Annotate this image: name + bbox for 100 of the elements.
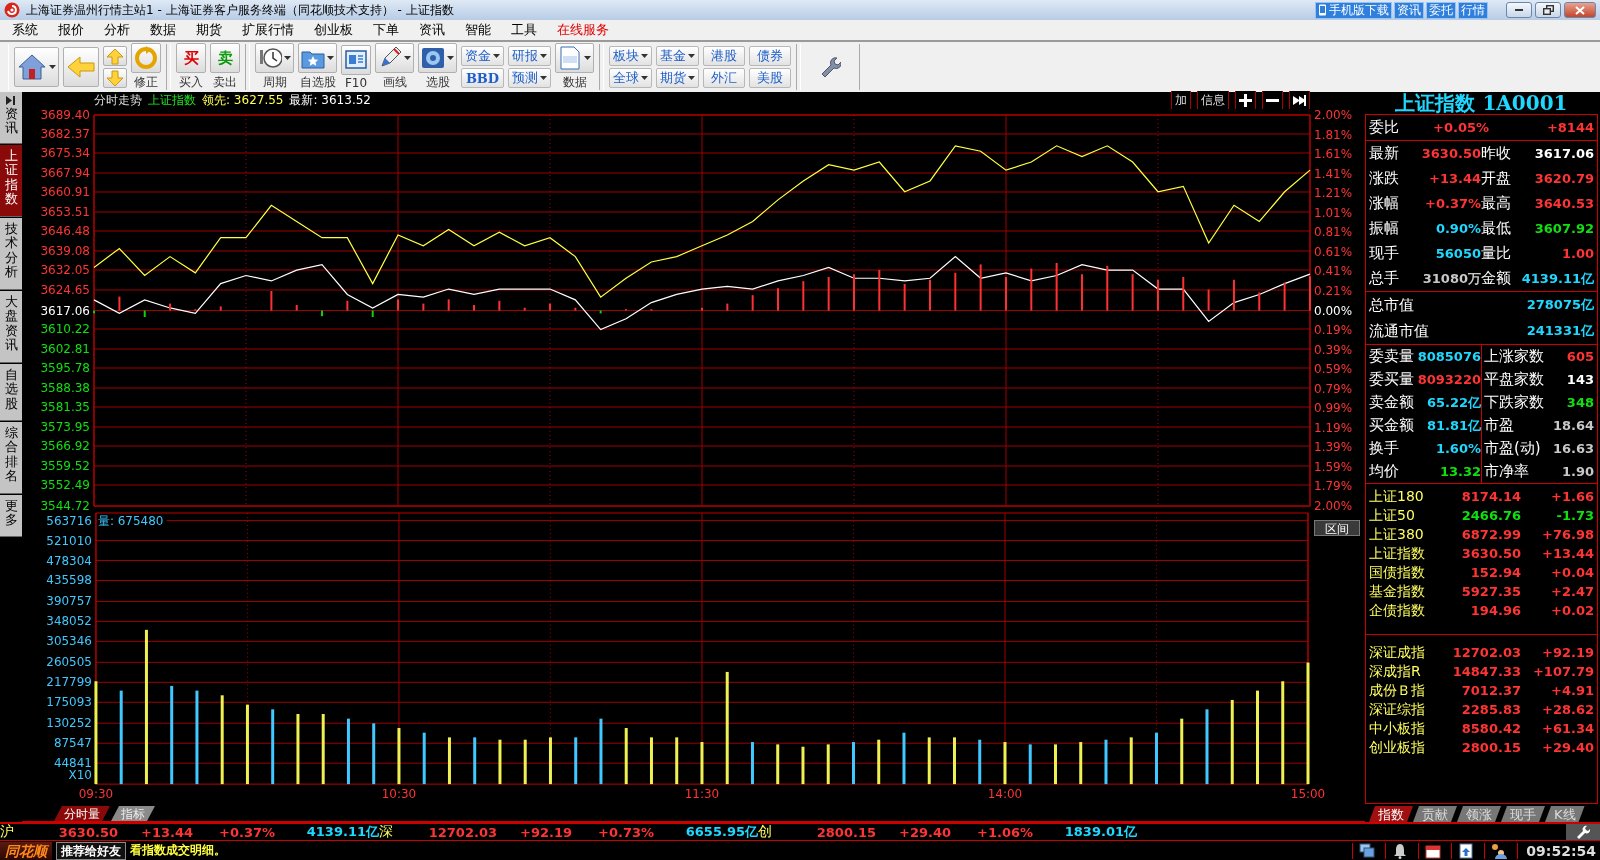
volume-bar <box>649 737 653 785</box>
quick-button[interactable]: 板块 <box>609 46 652 66</box>
percent-axis-label: 1.79% <box>1314 479 1353 494</box>
settings-button[interactable] <box>1566 824 1600 840</box>
skip-end-icon <box>1293 93 1306 107</box>
jump-end-button[interactable] <box>1289 91 1310 109</box>
side-tab[interactable]: 自选股 <box>0 364 22 421</box>
price-axis-label: 3653.51 <box>40 205 90 219</box>
menu-item[interactable]: 创业板 <box>304 21 363 39</box>
down-button[interactable] <box>103 68 127 88</box>
bell-icon[interactable] <box>1392 842 1409 859</box>
zoom-out-button[interactable] <box>1262 91 1283 109</box>
price-axis-label: 3660.91 <box>40 185 90 199</box>
menu-item[interactable]: 工具 <box>501 21 547 39</box>
panel-tab[interactable]: 指数 <box>1369 806 1413 822</box>
zoom-in-button[interactable] <box>1235 91 1256 109</box>
quote-value: 13.32 <box>1438 464 1481 479</box>
volume-bar <box>397 728 401 785</box>
quote-label: 市盈 <box>1481 414 1545 437</box>
volume-bar <box>978 739 982 785</box>
price-axis-label: 3588.38 <box>40 381 90 395</box>
minimize-button[interactable] <box>1506 2 1532 18</box>
menu-item[interactable]: 系统 <box>2 21 48 39</box>
person-icon[interactable] <box>1491 842 1508 859</box>
quick-button[interactable]: 外汇 <box>703 68 745 88</box>
menu-item[interactable]: 扩展行情 <box>232 21 304 39</box>
volume-axis-label: 305346 <box>46 634 92 649</box>
quote-label: 买金额 <box>1369 416 1415 435</box>
quote-value: 7012.37 <box>1460 683 1521 698</box>
up-button[interactable] <box>103 46 127 66</box>
title-link[interactable]: 手机版下载 <box>1315 1 1392 19</box>
index-name: 上证指数 <box>1369 544 1426 563</box>
side-tab[interactable]: 上证指数 <box>0 145 22 217</box>
quick-button[interactable]: 美股 <box>749 68 791 88</box>
calendar-icon[interactable] <box>1425 842 1442 859</box>
share-button[interactable]: 推荐给好友 <box>56 841 126 860</box>
quote-value: +61.34 <box>1541 721 1594 736</box>
range-button[interactable]: 区间 <box>1314 520 1360 536</box>
percent-axis-label: 1.81% <box>1314 127 1353 142</box>
menu-item[interactable]: 报价 <box>48 21 94 39</box>
quote-value: +0.37% <box>1424 196 1481 211</box>
chart-header-button[interactable]: 信息 <box>1197 91 1229 109</box>
index-name: 深成指R <box>1369 662 1422 681</box>
side-tab[interactable]: 更多 <box>0 495 22 537</box>
quote-value: 3640.53 <box>1533 196 1594 211</box>
quick-button[interactable]: 期货 <box>656 68 699 88</box>
quote-label: 金额 <box>1481 269 1512 288</box>
quick-button[interactable]: 预测 <box>508 68 551 88</box>
lead-value: 领先: 3627.55 <box>202 91 284 109</box>
volume-bar <box>624 728 628 785</box>
volume-axis-label: 217799 <box>46 675 92 690</box>
volume-bar <box>852 742 855 785</box>
quick-button[interactable]: 资金 <box>461 46 504 66</box>
title-link[interactable]: 行情 <box>1458 1 1488 19</box>
menu-item[interactable]: 期货 <box>186 21 232 39</box>
volume-axis-label: 175093 <box>46 695 92 710</box>
title-link[interactable]: 资讯 <box>1394 1 1424 19</box>
volume-bar <box>1155 732 1158 785</box>
menu-item[interactable]: 数据 <box>140 21 186 39</box>
chart-header-button[interactable]: 加 <box>1171 91 1191 109</box>
side-tab[interactable]: 技术分析 <box>0 218 22 290</box>
price-axis-label: 3682.37 <box>40 127 90 141</box>
restore-button[interactable] <box>1535 2 1561 18</box>
side-tab[interactable]: 资讯 <box>0 92 22 144</box>
side-tab[interactable]: 大盘资讯 <box>0 291 22 363</box>
price-axis-label: 3602.81 <box>40 342 90 356</box>
title-link[interactable]: 委托 <box>1426 1 1456 19</box>
windows-icon[interactable] <box>1359 842 1376 859</box>
price-axis-label: 3559.52 <box>40 459 90 473</box>
close-button[interactable] <box>1564 2 1596 18</box>
quick-button[interactable]: 港股 <box>703 46 745 66</box>
minimize-icon <box>1515 9 1523 11</box>
quick-button[interactable]: 债券 <box>749 46 791 66</box>
ticker-change: +29.40 <box>898 824 951 840</box>
price-axis-label: 3667.94 <box>40 166 90 180</box>
settings-button[interactable] <box>819 54 841 80</box>
menu-item[interactable]: 智能 <box>455 21 501 39</box>
percent-axis-label: 0.00% <box>1314 303 1353 318</box>
caret-icon <box>688 76 695 80</box>
quick-button[interactable]: 研报 <box>508 46 551 66</box>
volume-bar <box>826 744 830 785</box>
ticker-change: +13.44 <box>140 824 193 840</box>
symbol-label: 上证指数 <box>148 91 196 109</box>
time-label: 11:30 <box>684 787 720 802</box>
menu-item[interactable]: 资讯 <box>409 21 455 39</box>
side-tab[interactable]: 综合排名 <box>0 422 22 494</box>
caret-icon <box>49 65 56 69</box>
home-button[interactable] <box>14 47 59 87</box>
menu-item[interactable]: 分析 <box>94 21 140 39</box>
quote-label: 总手 <box>1369 269 1400 288</box>
quick-button[interactable]: 基金 <box>656 46 699 66</box>
quote-label: 最低 <box>1481 219 1512 238</box>
quick-button[interactable]: 全球 <box>609 68 652 88</box>
percent-axis-label: 1.61% <box>1314 147 1353 162</box>
percent-axis-label: 0.59% <box>1314 362 1353 377</box>
quick-button[interactable]: BBD <box>461 68 504 88</box>
document-upload-icon[interactable] <box>1458 842 1475 859</box>
chart-tab[interactable]: 分时量 <box>54 806 110 821</box>
menu-item[interactable]: 下单 <box>363 21 409 39</box>
menu-item[interactable]: 在线服务 <box>547 21 619 39</box>
